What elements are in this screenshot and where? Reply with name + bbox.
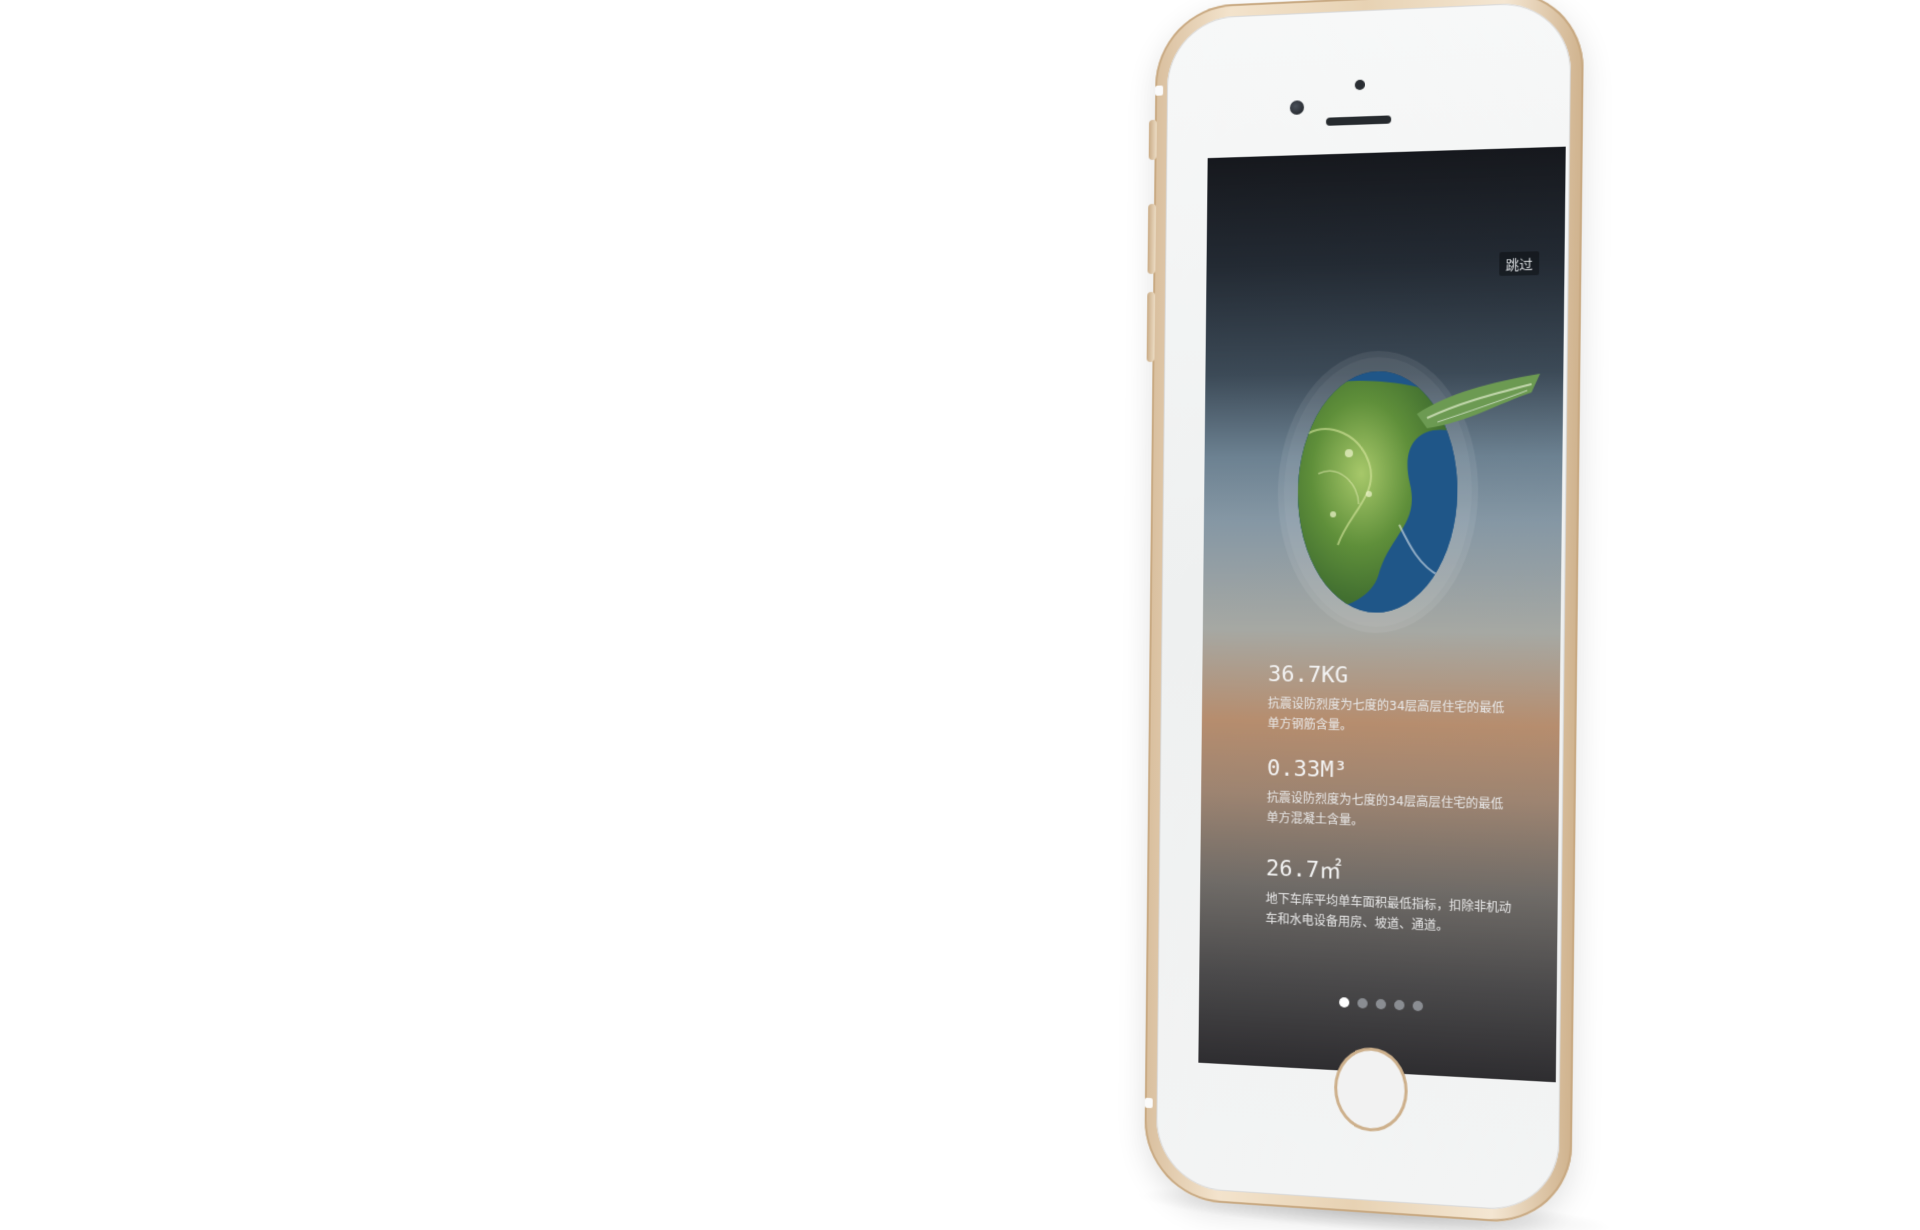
volume-up-button (1148, 204, 1157, 274)
antenna-line-bottom (1145, 1098, 1153, 1108)
phone-face: 跳过 36.7KG 抗震设防烈度为七度的34层高层住宅的最低单方钢筋含量。 0.… (1156, 1, 1572, 1214)
mute-switch (1149, 120, 1157, 160)
page-background: 跳过 36.7KG 抗震设防烈度为七度的34层高层住宅的最低单方钢筋含量。 0.… (0, 0, 1920, 1230)
stats-list: 36.7KG 抗震设防烈度为七度的34层高层住宅的最低单方钢筋含量。 0.33M… (1265, 662, 1514, 962)
page-dot-5[interactable] (1413, 1001, 1423, 1012)
volume-down-button (1147, 292, 1156, 362)
stat-description: 地下车库平均单车面积最低指标，扣除非机动车和水电设备用房、坡道、通道。 (1265, 888, 1511, 939)
camera-icon (1290, 100, 1304, 115)
stat-item: 26.7㎡ 地下车库平均单车面积最低指标，扣除非机动车和水电设备用房、坡道、通道… (1265, 850, 1511, 939)
skip-button[interactable]: 跳过 (1499, 251, 1539, 276)
stat-value: 36.7KG (1268, 662, 1514, 692)
app-screen: 跳过 36.7KG 抗震设防烈度为七度的34层高层住宅的最低单方钢筋含量。 0.… (1198, 147, 1565, 1083)
phone-frame: 跳过 36.7KG 抗震设防烈度为七度的34层高层住宅的最低单方钢筋含量。 0.… (1144, 0, 1584, 1227)
stat-item: 36.7KG 抗震设防烈度为七度的34层高层住宅的最低单方钢筋含量。 (1267, 662, 1514, 739)
page-dot-2[interactable] (1357, 998, 1367, 1009)
stat-description: 抗震设防烈度为七度的34层高层住宅的最低单方钢筋含量。 (1267, 693, 1513, 739)
page-dot-3[interactable] (1376, 999, 1386, 1010)
stat-description: 抗震设防烈度为七度的34层高层住宅的最低单方混凝土含量。 (1266, 787, 1512, 835)
stat-item: 0.33M³ 抗震设防烈度为七度的34层高层住宅的最低单方混凝土含量。 (1266, 756, 1512, 836)
proximity-sensor-icon (1355, 80, 1365, 91)
peninsula-image (1417, 372, 1543, 431)
stat-value: 26.7㎡ (1266, 850, 1512, 892)
speaker-icon (1326, 115, 1391, 125)
phone-mockup: 跳过 36.7KG 抗震设防烈度为七度的34层高层住宅的最低单方钢筋含量。 0.… (1144, 0, 1584, 1227)
stat-value: 0.33M³ (1267, 756, 1513, 788)
page-dot-4[interactable] (1394, 1000, 1404, 1011)
page-dot-1[interactable] (1339, 997, 1349, 1008)
antenna-line-top (1155, 85, 1163, 95)
page-indicator (1339, 997, 1423, 1011)
